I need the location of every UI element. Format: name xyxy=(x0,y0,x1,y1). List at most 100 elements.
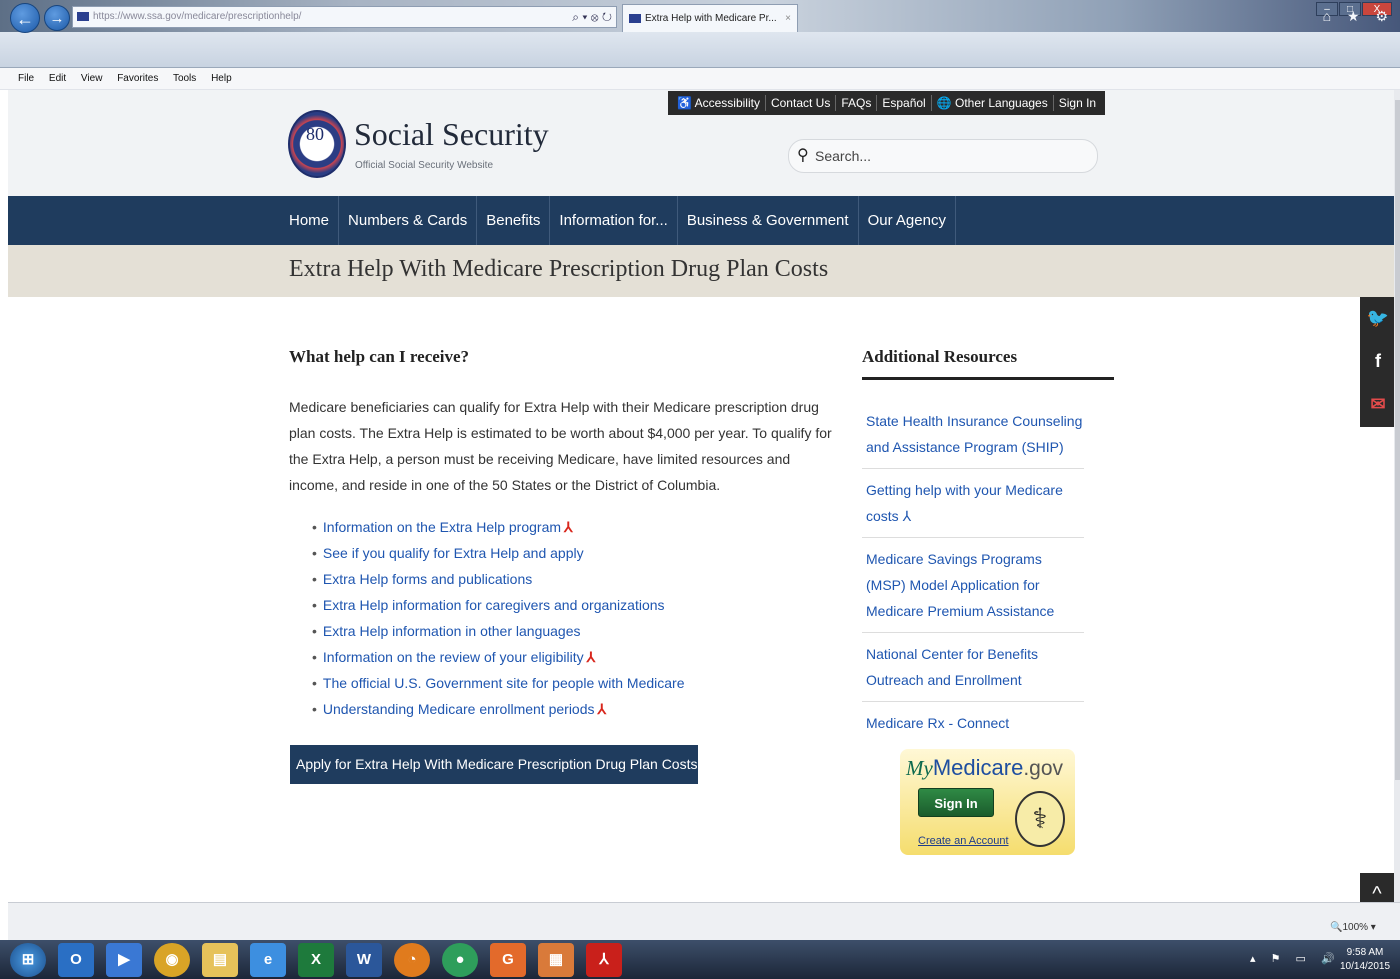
main-nav-items: Home Numbers & Cards Benefits Informatio… xyxy=(280,196,956,245)
list-item[interactable]: • Information on the Extra Help program ⅄ xyxy=(312,514,684,540)
list-item[interactable]: • Extra Help information in other languag… xyxy=(312,618,684,644)
resource-msp-application[interactable]: Medicare Savings Programs (MSP) Model Ap… xyxy=(862,538,1084,633)
intro-paragraph: Medicare beneficiaries can qualify for E… xyxy=(289,399,832,493)
clock-date: 10/14/2015 xyxy=(1340,961,1391,972)
menu-help[interactable]: Help xyxy=(211,73,232,84)
contact-us-link[interactable]: Contact Us xyxy=(766,95,837,111)
resource-ncboe[interactable]: National Center for Benefits Outreach an… xyxy=(862,633,1084,702)
mymedicare-name: Medicare xyxy=(932,755,1024,780)
espanol-link[interactable]: Español xyxy=(877,95,932,111)
zoom-level[interactable]: 🔍100% ▾ xyxy=(1330,922,1376,933)
menu-favorites[interactable]: Favorites xyxy=(117,73,158,84)
other-languages-link[interactable]: 🌐 Other Languages xyxy=(932,95,1054,111)
menu-bar: File Edit View Favorites Tools Help xyxy=(0,68,1400,90)
tab-title: Extra Help with Medicare Pr... xyxy=(645,13,777,24)
internet-explorer-icon[interactable]: e xyxy=(250,943,286,977)
list-item[interactable]: • See if you qualify for Extra Help and a… xyxy=(312,540,684,566)
search-icon: ⚲ xyxy=(797,147,809,164)
menu-edit[interactable]: Edit xyxy=(49,73,66,84)
taskbar-icons: ⊞ O ▶ ◉ ▤ e X W ◔ ● G ▦ ⅄ xyxy=(10,943,622,977)
hhs-seal-icon: ⚕ xyxy=(1015,791,1065,847)
mymedicare-sign-in-button[interactable]: Sign In xyxy=(918,788,994,817)
forward-button[interactable]: → xyxy=(44,5,70,31)
chrome-icon[interactable]: ◉ xyxy=(154,943,190,977)
file-explorer-icon[interactable]: ▤ xyxy=(202,943,238,977)
search-input[interactable]: Search... xyxy=(788,139,1098,173)
link-caregivers[interactable]: Extra Help information for caregivers an… xyxy=(323,597,665,613)
pdf-icon: ⅄ xyxy=(586,649,596,665)
tab-favicon xyxy=(629,14,641,23)
resources-heading: Additional Resources xyxy=(862,347,1018,366)
create-account-link[interactable]: Create an Account xyxy=(918,835,1009,847)
link-extra-help-program[interactable]: Information on the Extra Help program xyxy=(323,519,561,535)
mymedicare-my: My xyxy=(906,756,933,780)
globe-app-icon[interactable]: ● xyxy=(442,943,478,977)
section-heading: What help can I receive? xyxy=(289,347,470,366)
adobe-reader-icon[interactable]: ⅄ xyxy=(586,943,622,977)
excel-icon[interactable]: X xyxy=(298,943,334,977)
calculator-icon[interactable]: ▦ xyxy=(538,943,574,977)
nav-benefits[interactable]: Benefits xyxy=(477,196,551,245)
link-qualify-apply[interactable]: See if you qualify for Extra Help and ap… xyxy=(323,545,584,561)
menu-view[interactable]: View xyxy=(81,73,103,84)
scrollbar-thumb[interactable] xyxy=(1395,100,1400,780)
back-button[interactable]: ← xyxy=(10,3,40,33)
media-player-icon[interactable]: ▶ xyxy=(106,943,142,977)
list-item[interactable]: • Extra Help information for caregivers a… xyxy=(312,592,684,618)
accessibility-link[interactable]: ♿ Accessibility xyxy=(672,95,766,111)
link-forms-publications[interactable]: Extra Help forms and publications xyxy=(323,571,532,587)
browser-tab[interactable]: Extra Help with Medicare Pr... × xyxy=(622,4,798,32)
list-item[interactable]: • Understanding Medicare enrollment perio… xyxy=(312,696,684,722)
apply-extra-help-button[interactable]: Apply for Extra Help With Medicare Presc… xyxy=(290,745,698,784)
address-url: https://www.ssa.gov/medicare/prescriptio… xyxy=(93,11,302,22)
link-review-eligibility[interactable]: Information on the review of your eligib… xyxy=(323,649,584,665)
nav-information-for[interactable]: Information for... xyxy=(550,196,678,245)
site-title[interactable]: Social Security xyxy=(354,116,549,153)
nav-home[interactable]: Home xyxy=(280,196,340,245)
utility-bar: ♿ Accessibility Contact Us FAQs Español … xyxy=(668,91,1106,115)
resource-rx-connect[interactable]: Medicare Rx - Connect xyxy=(862,702,1084,744)
nav-our-agency[interactable]: Our Agency xyxy=(859,196,956,245)
faqs-link[interactable]: FAQs xyxy=(836,95,878,111)
system-tray-icons[interactable]: ▴ ⚑ ▭ 🔊 xyxy=(1250,952,1341,965)
nav-business-government[interactable]: Business & Government xyxy=(678,196,859,245)
email-icon[interactable]: ✉ xyxy=(1360,383,1396,426)
tab-close-icon[interactable]: × xyxy=(785,5,791,32)
site-subtitle: Official Social Security Website xyxy=(355,160,494,171)
seal-anniversary-number: 80 xyxy=(306,124,324,144)
nav-numbers-cards[interactable]: Numbers & Cards xyxy=(339,196,478,245)
page-title: Extra Help With Medicare Prescription Dr… xyxy=(289,256,829,282)
resource-ship[interactable]: State Health Insurance Counseling and As… xyxy=(862,400,1084,469)
mymedicare-logo[interactable]: MyMedicare.gov xyxy=(906,755,1063,781)
pdf-icon: ⅄ xyxy=(564,519,573,535)
resource-medicare-costs[interactable]: Getting help with your Medicare costs ⅄ xyxy=(862,469,1084,538)
clock-time: 9:58 AM xyxy=(1346,947,1384,958)
resources-list: State Health Insurance Counseling and As… xyxy=(862,400,1084,744)
twitter-icon[interactable]: 🐦 xyxy=(1360,297,1396,340)
home-favorites-settings-icons[interactable]: ⌂ ★ ⚙ xyxy=(1323,8,1394,25)
pdf-icon: ⅄ xyxy=(597,701,607,717)
word-icon[interactable]: W xyxy=(346,943,382,977)
list-item[interactable]: • The official U.S. Government site for p… xyxy=(312,670,684,696)
facebook-icon[interactable]: f xyxy=(1360,340,1396,383)
link-enrollment-periods[interactable]: Understanding Medicare enrollment period… xyxy=(323,701,595,717)
outlook-icon[interactable]: O xyxy=(58,943,94,977)
list-item[interactable]: • Extra Help forms and publications xyxy=(312,566,684,592)
menu-tools[interactable]: Tools xyxy=(173,73,196,84)
link-other-languages[interactable]: Extra Help information in other language… xyxy=(323,623,581,639)
mymedicare-gov: .gov xyxy=(1023,757,1064,780)
link-official-medicare-site[interactable]: The official U.S. Government site for pe… xyxy=(323,675,685,691)
help-links-list: • Information on the Extra Help program ⅄ … xyxy=(312,514,684,722)
search-refresh-icons[interactable]: ⌕ ▾ ⊗ ↻ xyxy=(572,7,612,27)
resources-divider xyxy=(862,377,1114,380)
site-favicon xyxy=(77,12,89,21)
menu-file[interactable]: File xyxy=(18,73,34,84)
snagit-icon[interactable]: G xyxy=(490,943,526,977)
address-bar[interactable]: https://www.ssa.gov/medicare/prescriptio… xyxy=(72,6,617,28)
browser-status-bar xyxy=(8,902,1400,940)
start-button-icon[interactable]: ⊞ xyxy=(10,943,46,977)
list-item[interactable]: • Information on the review of your eligi… xyxy=(312,644,684,670)
sign-in-link[interactable]: Sign In xyxy=(1054,95,1101,111)
taskbar-clock[interactable]: 9:58 AM 10/14/2015 xyxy=(1340,946,1390,974)
firefox-icon[interactable]: ◔ xyxy=(394,943,430,977)
